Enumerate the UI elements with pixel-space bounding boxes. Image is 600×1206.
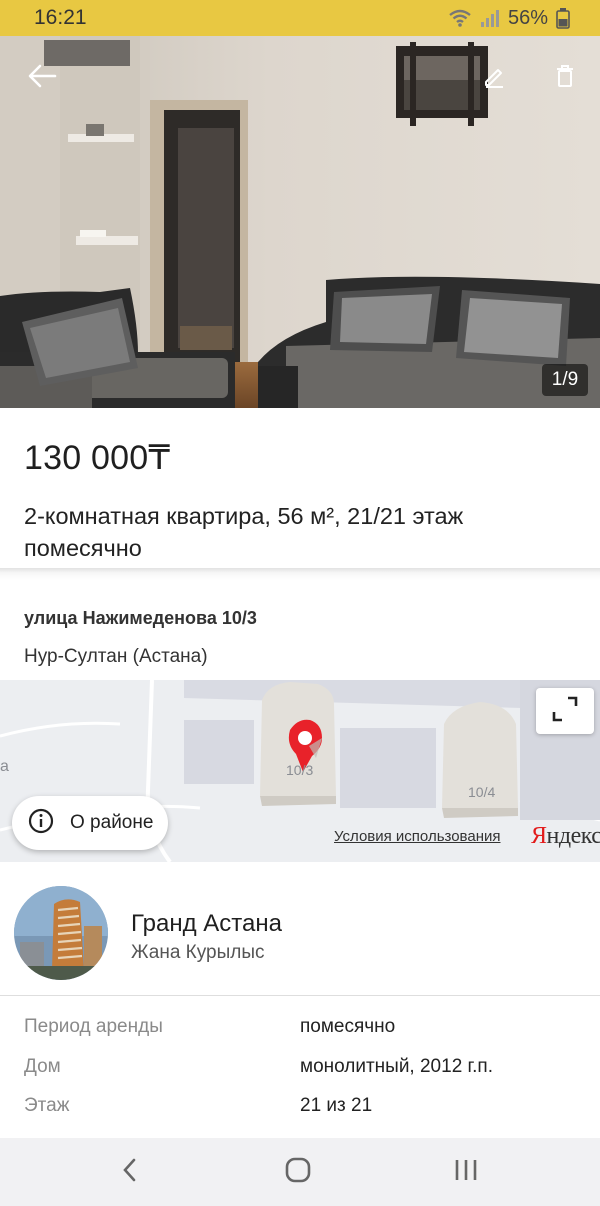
detail-row: Этаж 21 из 21: [0, 1095, 600, 1125]
detail-value: 21 из 21: [300, 1095, 373, 1116]
battery-icon: [556, 7, 570, 29]
yandex-logo: Яндекс: [531, 823, 600, 850]
residential-complex[interactable]: Гранд Астана Жана Курылыс: [0, 862, 600, 996]
section-divider: [0, 568, 600, 580]
complex-developer: Жана Курылыс: [131, 942, 265, 963]
address-street: улица Нажимеденова 10/3: [24, 608, 257, 628]
status-time: 16:21: [34, 6, 87, 29]
price-value: 130 000: [24, 439, 149, 477]
about-district-label: О районе: [70, 812, 154, 833]
info-icon: [28, 808, 54, 839]
photo-counter: 1/9: [542, 364, 588, 396]
delete-button[interactable]: [543, 56, 587, 100]
detail-key: Этаж: [24, 1095, 70, 1116]
nav-back-button[interactable]: [100, 1148, 160, 1196]
fullscreen-icon: [550, 694, 580, 729]
signal-icon: [480, 8, 500, 28]
currency-sign: ₸: [148, 439, 171, 477]
building-label: 10/3: [286, 762, 314, 778]
nav-recents-button[interactable]: [436, 1148, 496, 1196]
back-chevron-icon: [120, 1157, 140, 1188]
photo-gallery[interactable]: 1/9: [0, 36, 600, 408]
divider: [0, 995, 600, 996]
back-button[interactable]: [20, 56, 64, 100]
back-arrow-icon: [27, 64, 57, 93]
detail-key: Период аренды: [24, 1016, 163, 1037]
edit-pencil-icon: [482, 64, 506, 93]
detail-value: помесячно: [300, 1016, 396, 1037]
nav-home-button[interactable]: [268, 1148, 328, 1196]
system-nav-bar: [0, 1138, 600, 1206]
status-bar: 16:21 56%: [0, 0, 600, 36]
detail-row: Период аренды помесячно: [0, 1016, 600, 1046]
map-terms-link[interactable]: Условия использования: [334, 828, 501, 845]
price-section: 130 000₸ 2-комнатная квартира, 56 м², 21…: [0, 408, 600, 570]
building-label: 10/4: [468, 784, 496, 800]
yandex-logo-rest: ндекс: [546, 823, 600, 849]
address-city: Нур-Султан (Астана): [24, 646, 208, 667]
listing-title: 2-комнатная квартира, 56 м², 21/21 этаж …: [24, 503, 464, 561]
home-circle-icon: [284, 1156, 312, 1189]
complex-avatar: [14, 886, 108, 980]
detail-key: Дом: [24, 1056, 61, 1077]
recents-icon: [453, 1157, 479, 1188]
trash-icon: [554, 64, 576, 93]
about-district-button[interactable]: О районе: [12, 796, 168, 850]
yandex-logo-first-letter: Я: [531, 823, 547, 849]
detail-value: монолитный, 2012 г.п.: [300, 1056, 493, 1077]
complex-name: Гранд Астана: [131, 910, 282, 937]
battery-percent: 56%: [507, 6, 548, 29]
status-icons: 56%: [448, 7, 570, 30]
map-edge-label: а: [0, 758, 9, 775]
price: 130 000₸: [24, 438, 576, 478]
detail-row: Дом монолитный, 2012 г.п.: [0, 1056, 600, 1086]
edit-button[interactable]: [472, 56, 516, 100]
wifi-icon: [448, 8, 472, 28]
expand-map-button[interactable]: [536, 688, 594, 734]
